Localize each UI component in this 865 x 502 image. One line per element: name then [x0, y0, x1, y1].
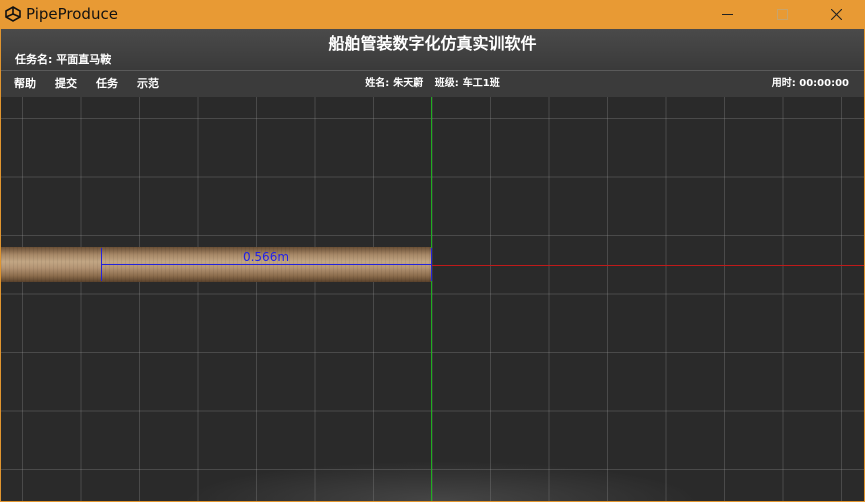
floor-shadow	[181, 461, 701, 501]
maximize-button[interactable]	[760, 0, 806, 29]
student-name: 朱天蔚	[393, 78, 424, 89]
student-class: 车工1班	[462, 78, 500, 89]
window-title: PipeProduce	[26, 5, 118, 23]
page-title: 船舶管装数字化仿真实训软件	[328, 34, 537, 53]
timer-label: 用时:	[771, 78, 800, 89]
unity-logo-icon	[5, 6, 21, 22]
name-label: 姓名:	[365, 78, 390, 89]
app-header: 船舶管装数字化仿真实训软件 任务名: 平面直马鞍	[1, 29, 864, 70]
class-label: 班级:	[434, 78, 459, 89]
elapsed-timer: 用时: 00:00:00	[772, 77, 849, 91]
timer-value: 00:00:00	[799, 78, 849, 89]
close-button[interactable]	[814, 0, 860, 29]
window-titlebar[interactable]: PipeProduce	[0, 0, 865, 29]
maximize-icon	[777, 9, 788, 20]
menu-bar: 帮助 提交 任务 示范 姓名: 朱天蔚 班级: 车工1班 用时: 00:00:00	[1, 70, 864, 98]
y-axis-line	[431, 97, 432, 501]
close-icon	[831, 9, 842, 20]
task-info: 任务名: 平面直马鞍	[15, 53, 111, 67]
x-axis-line	[432, 265, 864, 266]
minimize-icon	[722, 14, 733, 15]
app-content: 船舶管装数字化仿真实训软件 任务名: 平面直马鞍 帮助 提交 任务 示范 姓名:…	[1, 29, 864, 501]
task-label: 任务名:	[15, 53, 57, 66]
student-info: 姓名: 朱天蔚 班级: 车工1班	[1, 77, 864, 91]
dimension-label: 0.566m	[242, 250, 290, 264]
task-name: 平面直马鞍	[56, 53, 112, 66]
dimension-line	[101, 264, 432, 265]
3d-viewport[interactable]: 0.566m	[1, 97, 864, 501]
minimize-button[interactable]	[705, 0, 751, 29]
